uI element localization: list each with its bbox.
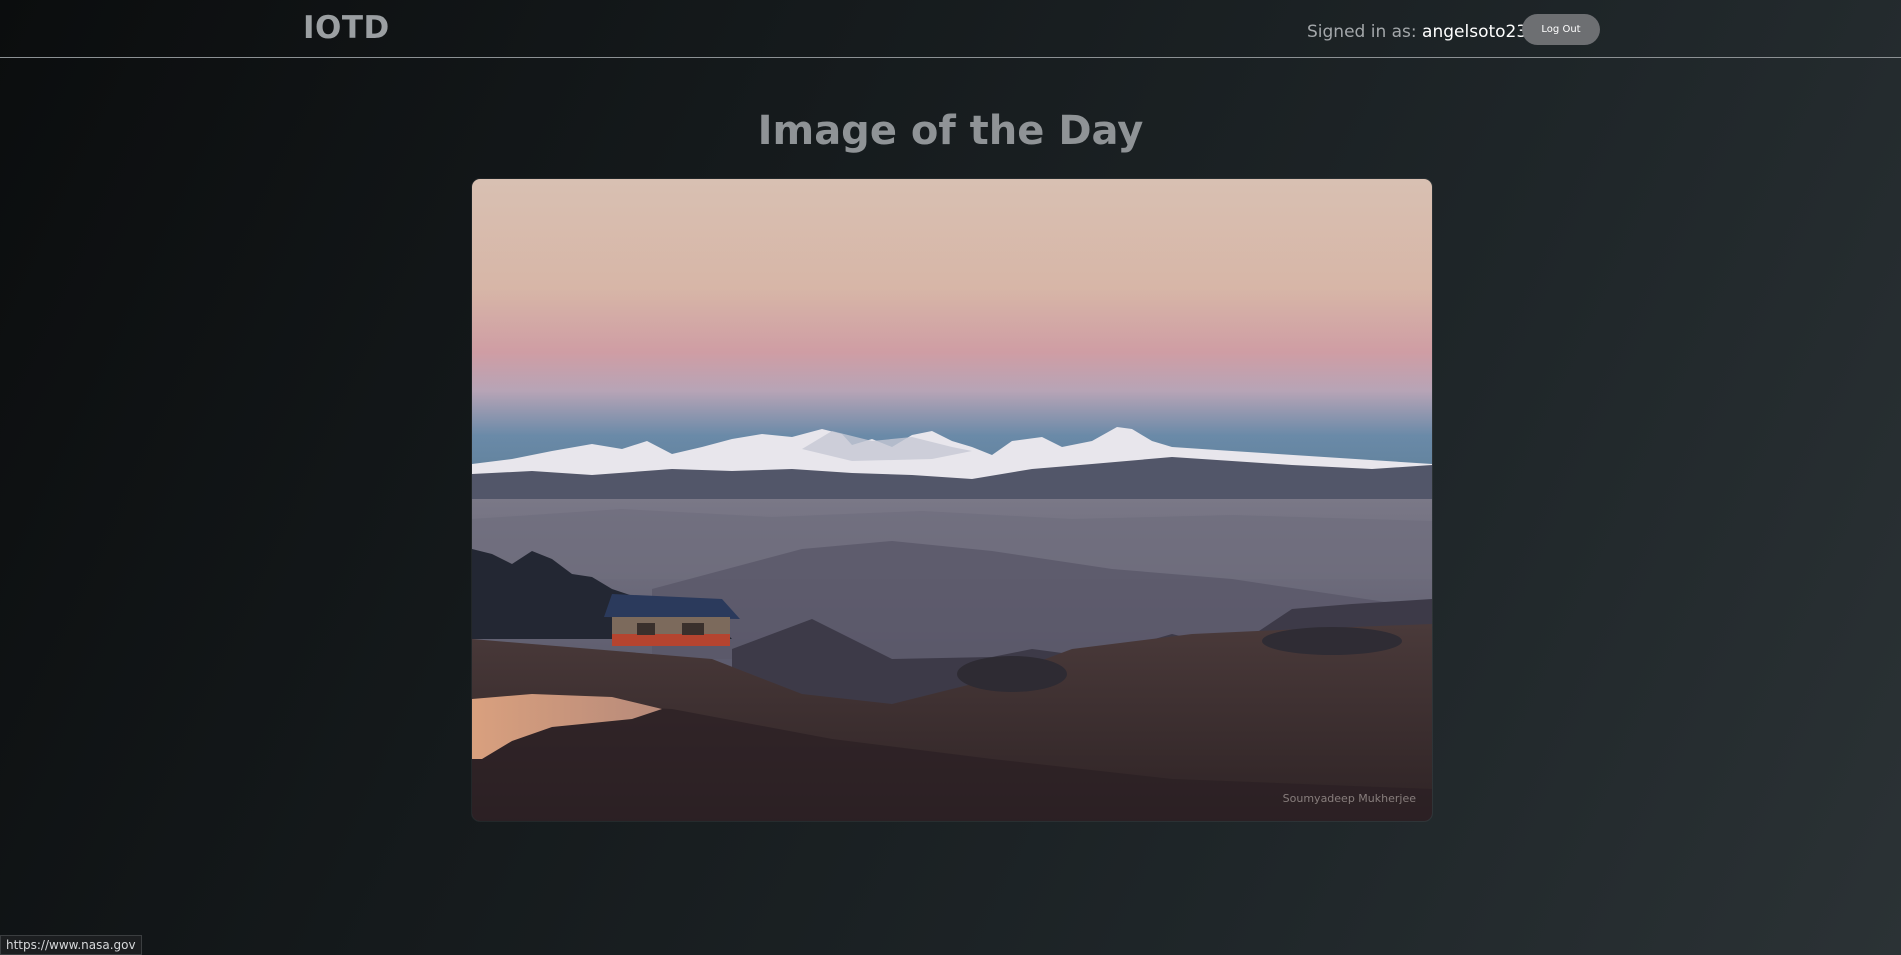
- logout-button[interactable]: Log Out: [1522, 14, 1600, 45]
- signed-in-label: Signed in as:: [1307, 22, 1417, 42]
- photo-credit: Soumyadeep Mukherjee: [1282, 792, 1416, 805]
- navbar: IOTD Signed in as: angelsoto2373 Log Out: [0, 0, 1901, 58]
- signed-in-status: Signed in as: angelsoto2373: [1307, 22, 1549, 42]
- landscape-photo: [472, 179, 1432, 821]
- brand-logo[interactable]: IOTD: [303, 10, 390, 46]
- image-of-the-day: Soumyadeep Mukherjee: [472, 179, 1432, 821]
- page-title: Image of the Day: [757, 108, 1144, 154]
- status-bar-url: https://www.nasa.gov: [0, 935, 142, 955]
